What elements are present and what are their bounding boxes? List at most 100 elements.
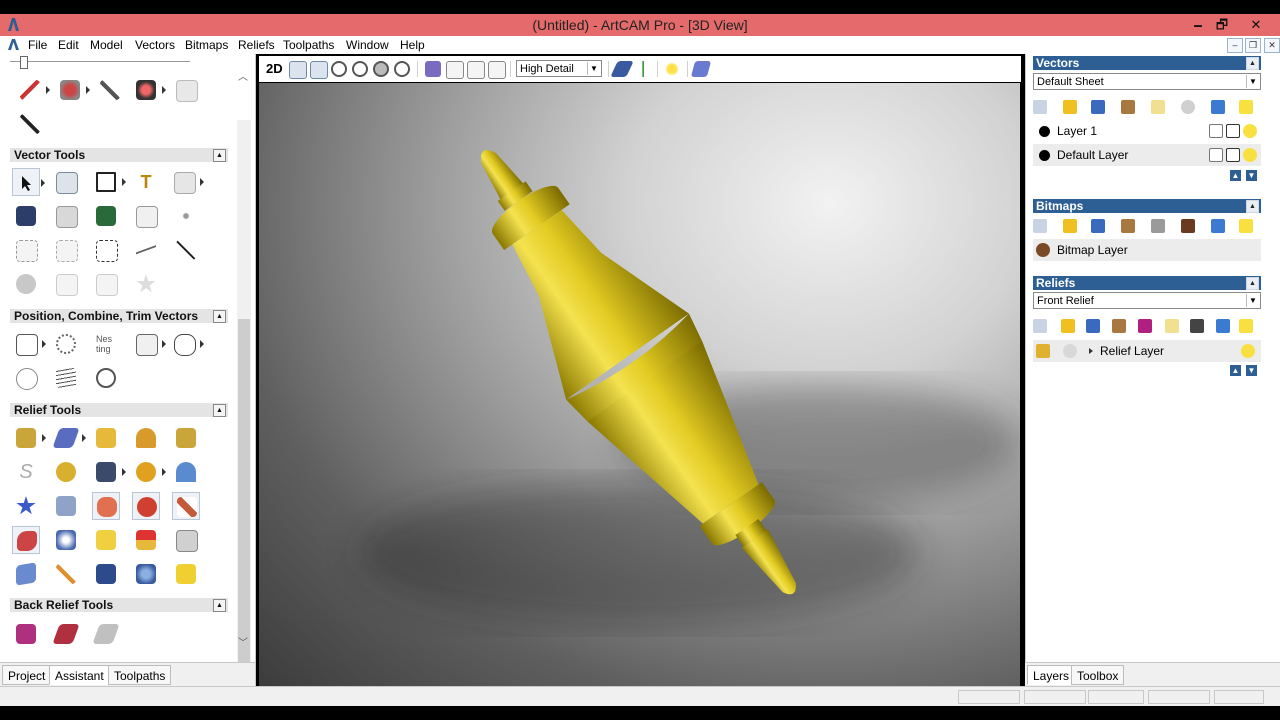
shape-tool-button[interactable] — [170, 168, 204, 196]
zoom-out-icon[interactable] — [352, 61, 368, 77]
relief-tool-button[interactable] — [172, 492, 200, 520]
relief-tool-button[interactable] — [52, 424, 86, 452]
menu-edit[interactable]: Edit — [58, 38, 79, 52]
relief-tool-button[interactable] — [132, 458, 166, 486]
relief-tool-button[interactable]: S — [12, 458, 40, 486]
relief-button[interactable] — [172, 76, 200, 104]
layer-color-icon[interactable] — [1039, 126, 1050, 137]
relief-mode-icon[interactable] — [1063, 344, 1077, 358]
front-view-icon[interactable] — [446, 61, 464, 79]
save-icon[interactable] — [1091, 219, 1105, 233]
vector-layer-row[interactable]: Default Layer — [1033, 144, 1261, 166]
reliefs-header[interactable]: Reliefs ▲ — [1033, 276, 1261, 290]
menu-vectors[interactable]: Vectors — [135, 38, 175, 52]
iso-view-icon[interactable] — [425, 61, 441, 77]
menu-file[interactable]: File — [28, 38, 47, 52]
colour-button[interactable] — [132, 76, 166, 104]
relief-tool-button[interactable] — [52, 492, 80, 520]
open-folder-icon[interactable] — [1063, 100, 1077, 114]
relief-plane-icon[interactable] — [610, 61, 634, 77]
vector-tool-button[interactable] — [172, 236, 200, 264]
relief-tool-button[interactable] — [172, 458, 200, 486]
delete-icon[interactable] — [1211, 100, 1225, 114]
relief-tool-button[interactable] — [92, 526, 120, 554]
scrollbar-thumb[interactable] — [238, 319, 250, 684]
relief-tool-button[interactable] — [92, 560, 120, 588]
position-combine-trim-header[interactable]: Position, Combine, Trim Vectors ▲ — [10, 309, 228, 323]
collapse-icon[interactable]: ▲ — [213, 149, 226, 162]
vector-tool-button[interactable] — [52, 202, 80, 230]
pen-icon[interactable] — [1226, 148, 1240, 162]
relief-tool-button[interactable] — [172, 526, 200, 554]
expand-arrow-icon[interactable] — [1089, 348, 1093, 354]
relief-tool-button[interactable] — [132, 560, 160, 588]
rectangle-tool-button[interactable] — [92, 168, 126, 196]
vector-tool-button[interactable] — [132, 270, 160, 298]
vector-tools-header[interactable]: Vector Tools ▲ — [10, 148, 228, 162]
bitmaps-header[interactable]: Bitmaps ▲ — [1033, 199, 1261, 213]
bitmap-layer-row[interactable]: Bitmap Layer — [1033, 239, 1261, 261]
relief-tool-button[interactable] — [132, 492, 160, 520]
move-up-icon[interactable]: ▲ — [1230, 365, 1241, 376]
relief-tool-button[interactable] — [12, 492, 40, 520]
merge-icon[interactable] — [1121, 100, 1135, 114]
menu-model[interactable]: Model — [90, 38, 123, 52]
mdi-restore-button[interactable]: ❐ — [1245, 38, 1261, 53]
collapse-icon[interactable]: ▲ — [213, 310, 226, 323]
wrap-tool-button[interactable] — [52, 364, 80, 392]
grey-layer-icon[interactable] — [1151, 219, 1165, 233]
nesting-tool-button[interactable]: Nes ting — [92, 330, 120, 358]
relief-tools-header[interactable]: Relief Tools ▲ — [10, 403, 228, 417]
bitmap-icon[interactable] — [1181, 219, 1195, 233]
slider-handle[interactable] — [20, 56, 28, 69]
vector-tool-button[interactable] — [92, 270, 120, 298]
relief-combine-icon[interactable] — [1138, 319, 1152, 333]
menu-help[interactable]: Help — [400, 38, 425, 52]
scroll-down-icon[interactable]: ﹀ — [238, 634, 248, 649]
relief-paint-button[interactable] — [56, 76, 90, 104]
vector-tool-button[interactable] — [52, 236, 80, 264]
pipette-button[interactable] — [96, 76, 124, 104]
tab-toolbox[interactable]: Toolbox — [1071, 665, 1125, 685]
document-icon[interactable] — [7, 38, 20, 51]
tab-layers[interactable]: Layers — [1027, 665, 1076, 685]
offset-tool-button[interactable] — [12, 364, 40, 392]
select-tool-button[interactable] — [12, 168, 45, 196]
back-relief-tool-button[interactable] — [52, 620, 80, 648]
mdi-minimize-button[interactable]: – — [1227, 38, 1243, 53]
light-bulb-icon[interactable] — [1239, 100, 1253, 114]
mdi-close-button[interactable]: ✕ — [1264, 38, 1280, 53]
save-icon[interactable] — [1091, 100, 1105, 114]
save-icon[interactable] — [1086, 319, 1100, 333]
relief-tool-button[interactable] — [12, 560, 40, 588]
open-folder-icon[interactable] — [1063, 219, 1077, 233]
new-layer-icon[interactable] — [1033, 100, 1047, 114]
delete-icon[interactable] — [1216, 319, 1230, 333]
light-bulb-icon[interactable] — [1239, 219, 1253, 233]
zoom-box-icon[interactable] — [373, 61, 389, 77]
axes-icon[interactable] — [635, 61, 651, 77]
text-tool-button[interactable]: T — [132, 168, 160, 196]
detail-level-select[interactable]: High Detail ▼ — [516, 60, 602, 77]
settings-icon[interactable] — [1181, 100, 1195, 114]
restore-button[interactable]: 🗗 — [1208, 16, 1236, 34]
lock-icon[interactable] — [1209, 124, 1223, 138]
spiral-tool-button[interactable] — [92, 364, 120, 392]
vector-layer-row[interactable]: Layer 1 — [1033, 120, 1261, 142]
bake-icon[interactable] — [1190, 319, 1204, 333]
collapse-icon[interactable]: ▲ — [1246, 200, 1259, 213]
layer-color-icon[interactable] — [1039, 150, 1050, 161]
menu-reliefs[interactable]: Reliefs — [238, 38, 275, 52]
back-relief-tool-button[interactable] — [92, 620, 120, 648]
top-view-icon[interactable] — [488, 61, 506, 79]
move-down-icon[interactable]: ▼ — [1246, 170, 1257, 181]
tab-toolpaths[interactable]: Toolpaths — [108, 665, 172, 685]
vector-tool-button[interactable] — [132, 202, 160, 230]
light-bulb-icon[interactable] — [1239, 319, 1253, 333]
relief-tool-button[interactable] — [172, 560, 200, 588]
collapse-icon[interactable]: ▲ — [213, 599, 226, 612]
vector-tool-button[interactable] — [92, 236, 120, 264]
collapse-icon[interactable]: ▲ — [213, 404, 226, 417]
rotate-view-icon[interactable] — [289, 61, 307, 79]
pen-tool-button[interactable] — [16, 76, 50, 104]
